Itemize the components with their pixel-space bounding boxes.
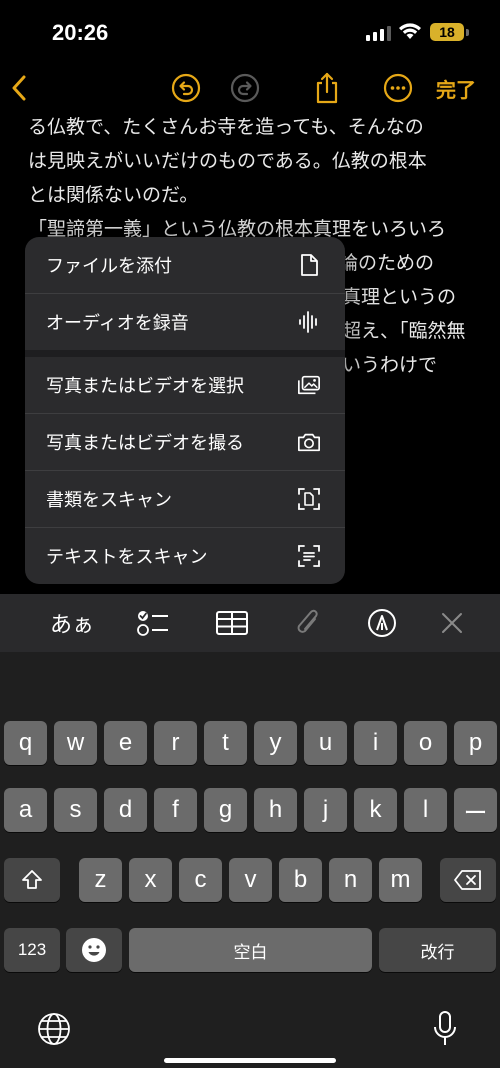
key-m[interactable]: m (379, 858, 422, 902)
menu-item-label: 写真またはビデオを選択 (46, 376, 244, 397)
key-e[interactable]: e (104, 721, 147, 765)
key-z[interactable]: z (79, 858, 122, 902)
key-j[interactable]: j (304, 788, 347, 832)
key-d[interactable]: d (104, 788, 147, 832)
key-long-vowel[interactable]: ー (454, 788, 497, 832)
wifi-icon (399, 23, 421, 39)
menu-item-label: 書類をスキャン (46, 490, 172, 511)
markup-pen-icon (368, 609, 396, 637)
note-line: る仏教で、たくさんお寺を造っても、そんなの (28, 116, 424, 138)
attachment-menu: ファイルを添付 オーディオを録音 写真またはビデオを選択 写真またはビデオを撮る… (25, 237, 345, 584)
document-icon (297, 253, 321, 277)
share-icon (316, 72, 338, 104)
globe-button[interactable] (36, 1011, 72, 1047)
waveform-icon (297, 310, 321, 334)
key-p[interactable]: p (454, 721, 497, 765)
note-line: は見映えがいいだけのものである。仏教の根本 (28, 150, 427, 172)
globe-icon (38, 1013, 70, 1045)
photo-library-icon (297, 373, 321, 397)
menu-item-record-audio[interactable]: オーディオを録音 (25, 294, 345, 350)
key-q[interactable]: q (4, 721, 47, 765)
close-toolbar-button[interactable] (438, 605, 466, 641)
more-button[interactable] (382, 66, 414, 110)
dictation-button[interactable] (430, 1009, 460, 1049)
key-g[interactable]: g (204, 788, 247, 832)
battery-indicator: 18 (430, 23, 464, 41)
status-bar: 20:26 18 (0, 0, 500, 62)
key-t[interactable]: t (204, 721, 247, 765)
text-format-button[interactable]: あぁ (48, 605, 96, 641)
key-s[interactable]: s (54, 788, 97, 832)
menu-item-label: テキストをスキャン (46, 547, 208, 568)
battery-tip (466, 29, 469, 36)
key-w[interactable]: w (54, 721, 97, 765)
close-icon (442, 613, 462, 633)
key-l[interactable]: l (404, 788, 447, 832)
more-icon (383, 73, 413, 103)
checklist-icon (137, 611, 168, 636)
delete-key[interactable] (440, 858, 496, 902)
status-time: 20:26 (52, 20, 109, 45)
home-indicator (164, 1058, 336, 1063)
menu-item-scan-text[interactable]: テキストをスキャン (25, 528, 345, 584)
emoji-icon (82, 938, 106, 962)
chevron-left-icon (12, 75, 26, 101)
key-f[interactable]: f (154, 788, 197, 832)
done-button[interactable]: 完了 (436, 74, 476, 103)
microphone-icon (434, 1011, 456, 1045)
paperclip-icon (297, 609, 318, 633)
formatting-toolbar: あぁ (0, 594, 500, 652)
cellular-signal-icon (366, 26, 391, 41)
back-button[interactable] (4, 66, 34, 110)
key-b[interactable]: b (279, 858, 322, 902)
note-line: とは関係ないのだ。 (28, 184, 199, 206)
keyboard: q w e r t y u i o p a s d f g h j k l ー … (0, 652, 500, 1068)
key-y[interactable]: y (254, 721, 297, 765)
markup-button[interactable] (366, 605, 398, 641)
note-navigation-bar: 完了 (0, 66, 500, 114)
share-button[interactable] (311, 66, 343, 110)
key-u[interactable]: u (304, 721, 347, 765)
attachment-button[interactable] (293, 605, 323, 641)
menu-item-choose-photo-video[interactable]: 写真またはビデオを選択 (25, 357, 345, 413)
menu-section-gap (25, 350, 345, 357)
menu-item-label: オーディオを録音 (46, 313, 189, 334)
key-c[interactable]: c (179, 858, 222, 902)
menu-item-scan-documents[interactable]: 書類をスキャン (25, 471, 345, 527)
menu-item-label: 写真またはビデオを撮る (46, 433, 244, 454)
redo-button[interactable] (229, 66, 261, 110)
key-h[interactable]: h (254, 788, 297, 832)
space-key[interactable]: 空白 (129, 928, 372, 972)
key-k[interactable]: k (354, 788, 397, 832)
menu-item-attach-file[interactable]: ファイルを添付 (25, 237, 345, 293)
backspace-icon (454, 870, 481, 890)
camera-icon (297, 430, 321, 454)
menu-item-label: ファイルを添付 (46, 256, 172, 277)
undo-icon (171, 73, 201, 103)
return-key[interactable]: 改行 (379, 928, 496, 972)
redo-icon (230, 73, 260, 103)
checklist-button[interactable] (134, 605, 172, 641)
numbers-key[interactable]: 123 (4, 928, 60, 972)
key-v[interactable]: v (229, 858, 272, 902)
shift-icon (22, 870, 42, 889)
key-x[interactable]: x (129, 858, 172, 902)
key-a[interactable]: a (4, 788, 47, 832)
key-r[interactable]: r (154, 721, 197, 765)
shift-key[interactable] (4, 858, 60, 902)
key-n[interactable]: n (329, 858, 372, 902)
emoji-key[interactable] (66, 928, 122, 972)
table-icon (216, 611, 248, 635)
scan-text-icon (297, 544, 321, 568)
menu-item-take-photo-video[interactable]: 写真またはビデオを撮る (25, 414, 345, 470)
scan-document-icon (297, 487, 321, 511)
key-o[interactable]: o (404, 721, 447, 765)
key-i[interactable]: i (354, 721, 397, 765)
undo-button[interactable] (170, 66, 202, 110)
table-button[interactable] (213, 605, 251, 641)
